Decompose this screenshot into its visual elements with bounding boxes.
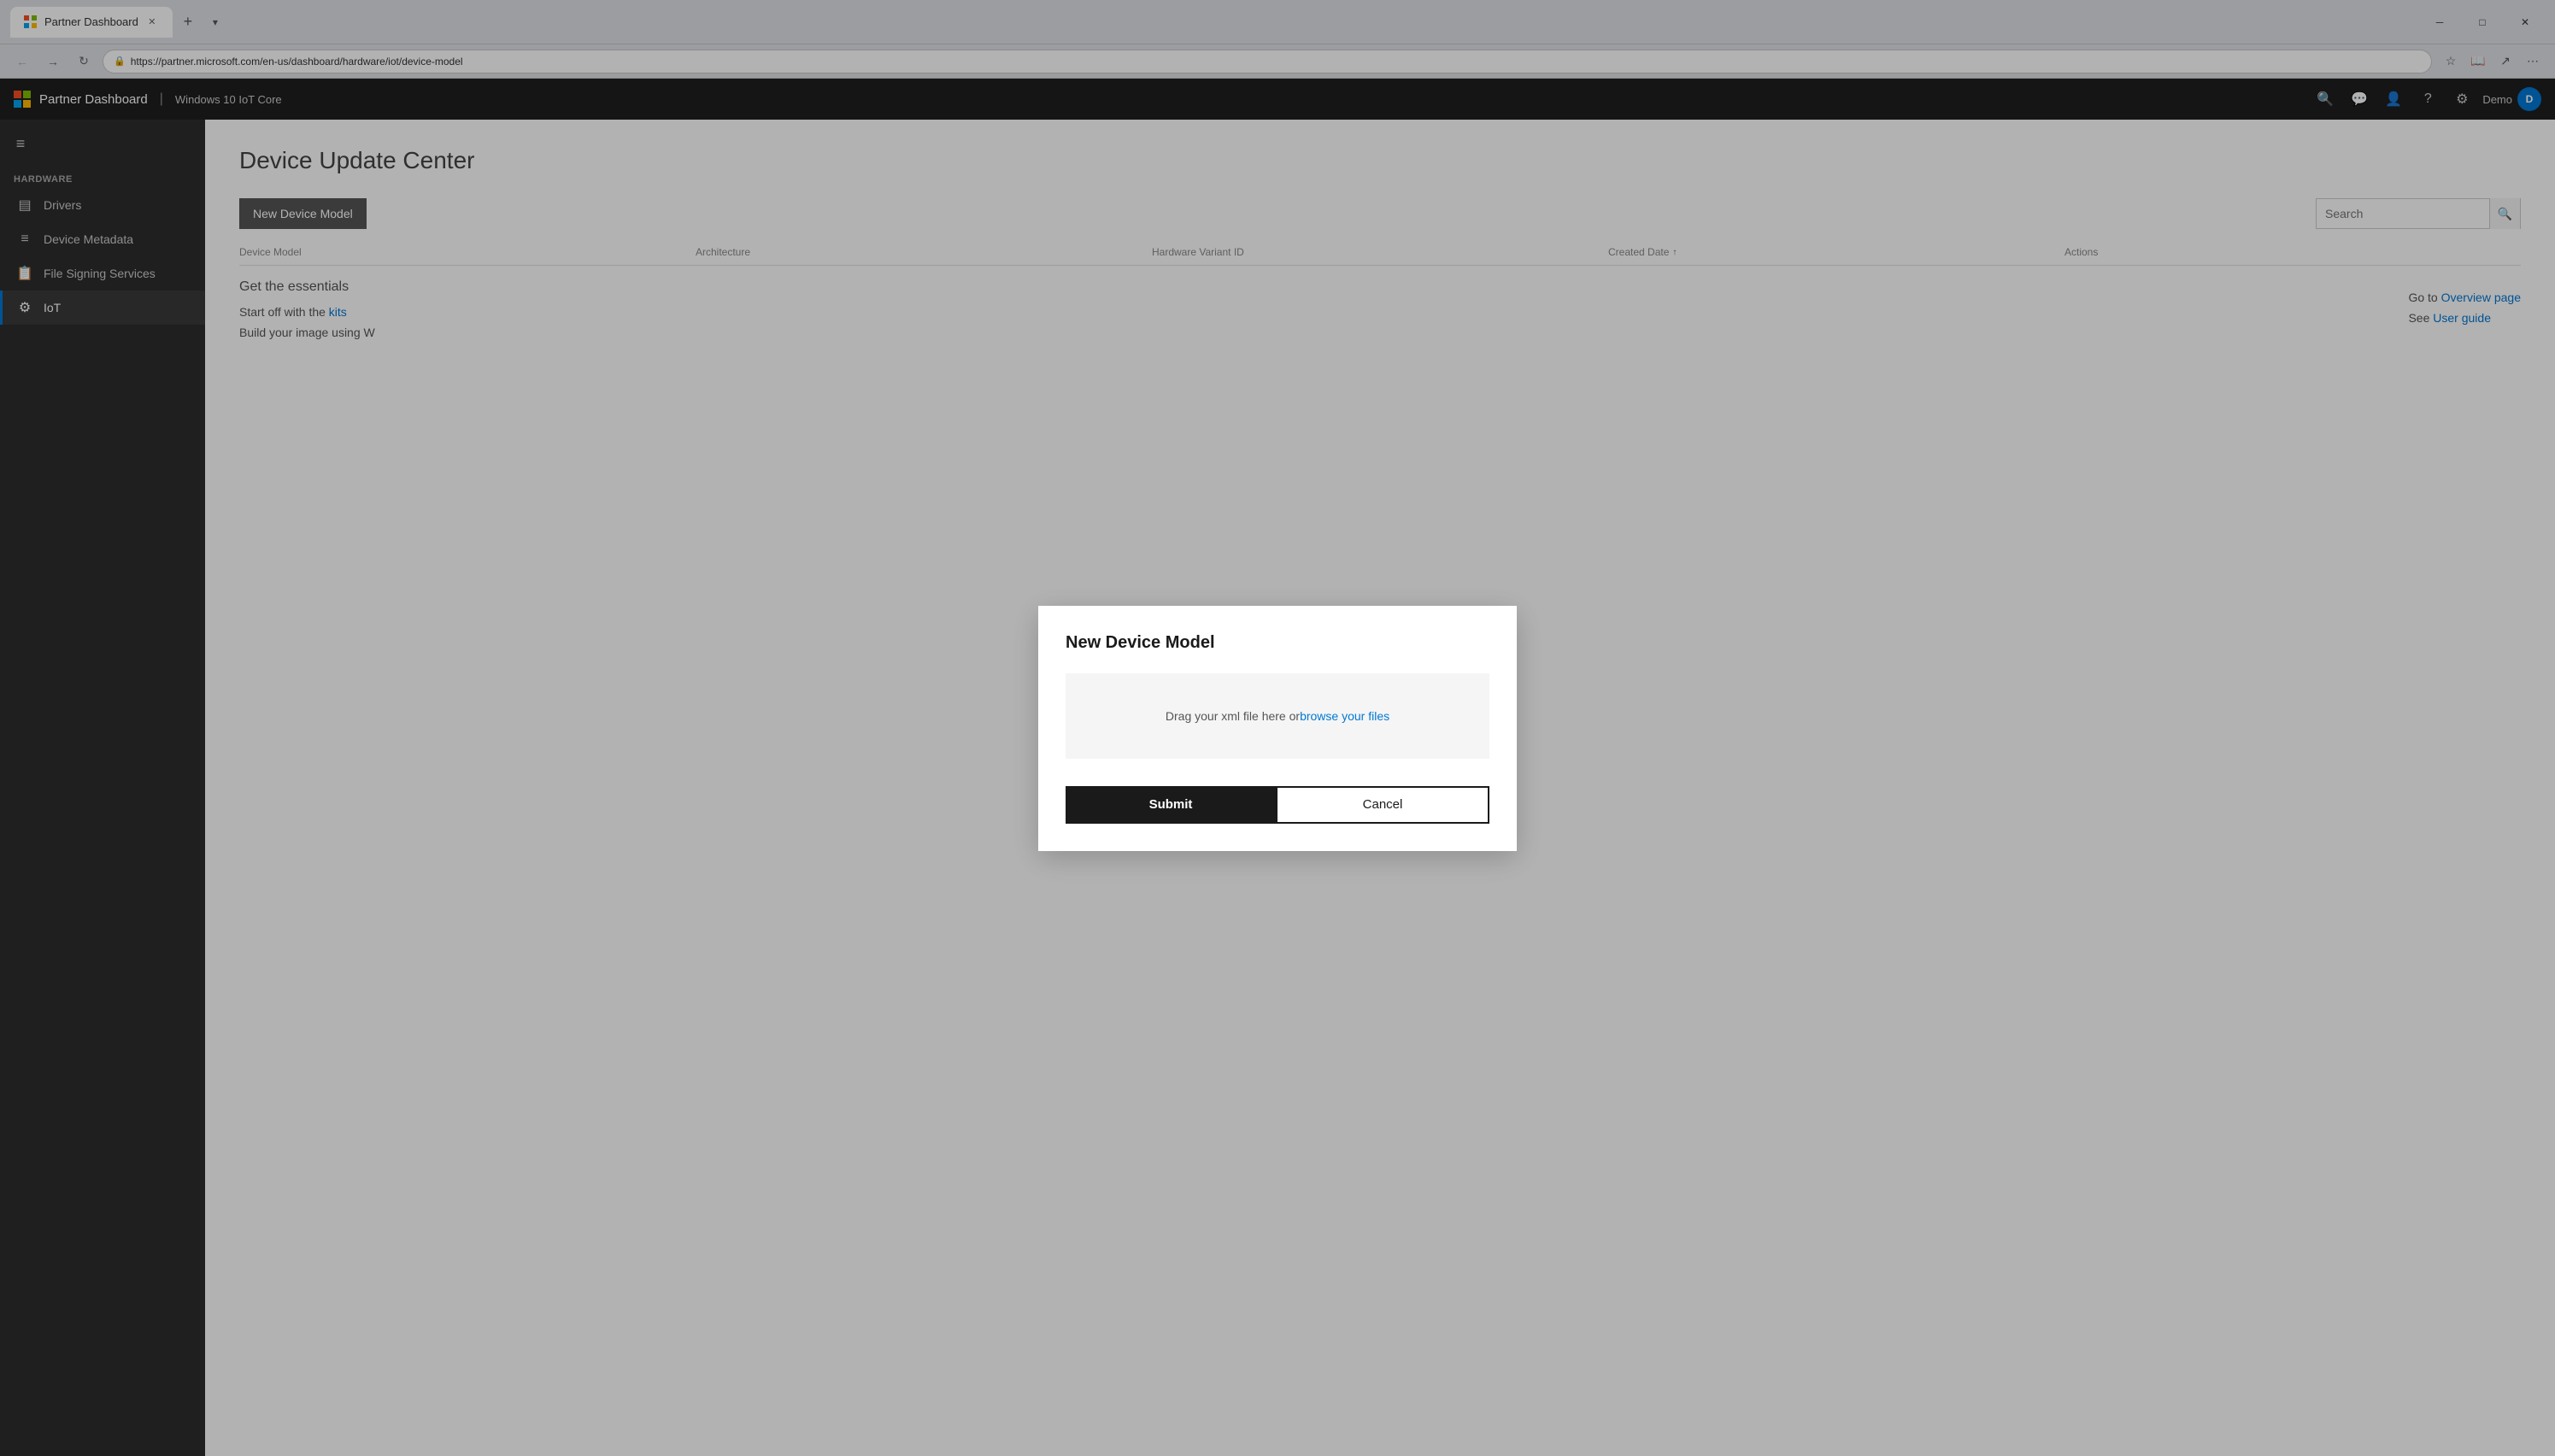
drop-zone-text: Drag your xml file here or — [1166, 709, 1300, 723]
dialog-actions: Submit Cancel — [1066, 786, 1489, 824]
submit-button[interactable]: Submit — [1066, 786, 1276, 824]
modal-overlay[interactable]: New Device Model Drag your xml file here… — [0, 0, 2555, 1456]
file-drop-zone[interactable]: Drag your xml file here or browse your f… — [1066, 673, 1489, 759]
cancel-button[interactable]: Cancel — [1276, 786, 1489, 824]
new-device-model-dialog: New Device Model Drag your xml file here… — [1038, 606, 1517, 851]
dialog-title: New Device Model — [1066, 633, 1489, 653]
browse-files-link[interactable]: browse your files — [1300, 709, 1389, 723]
